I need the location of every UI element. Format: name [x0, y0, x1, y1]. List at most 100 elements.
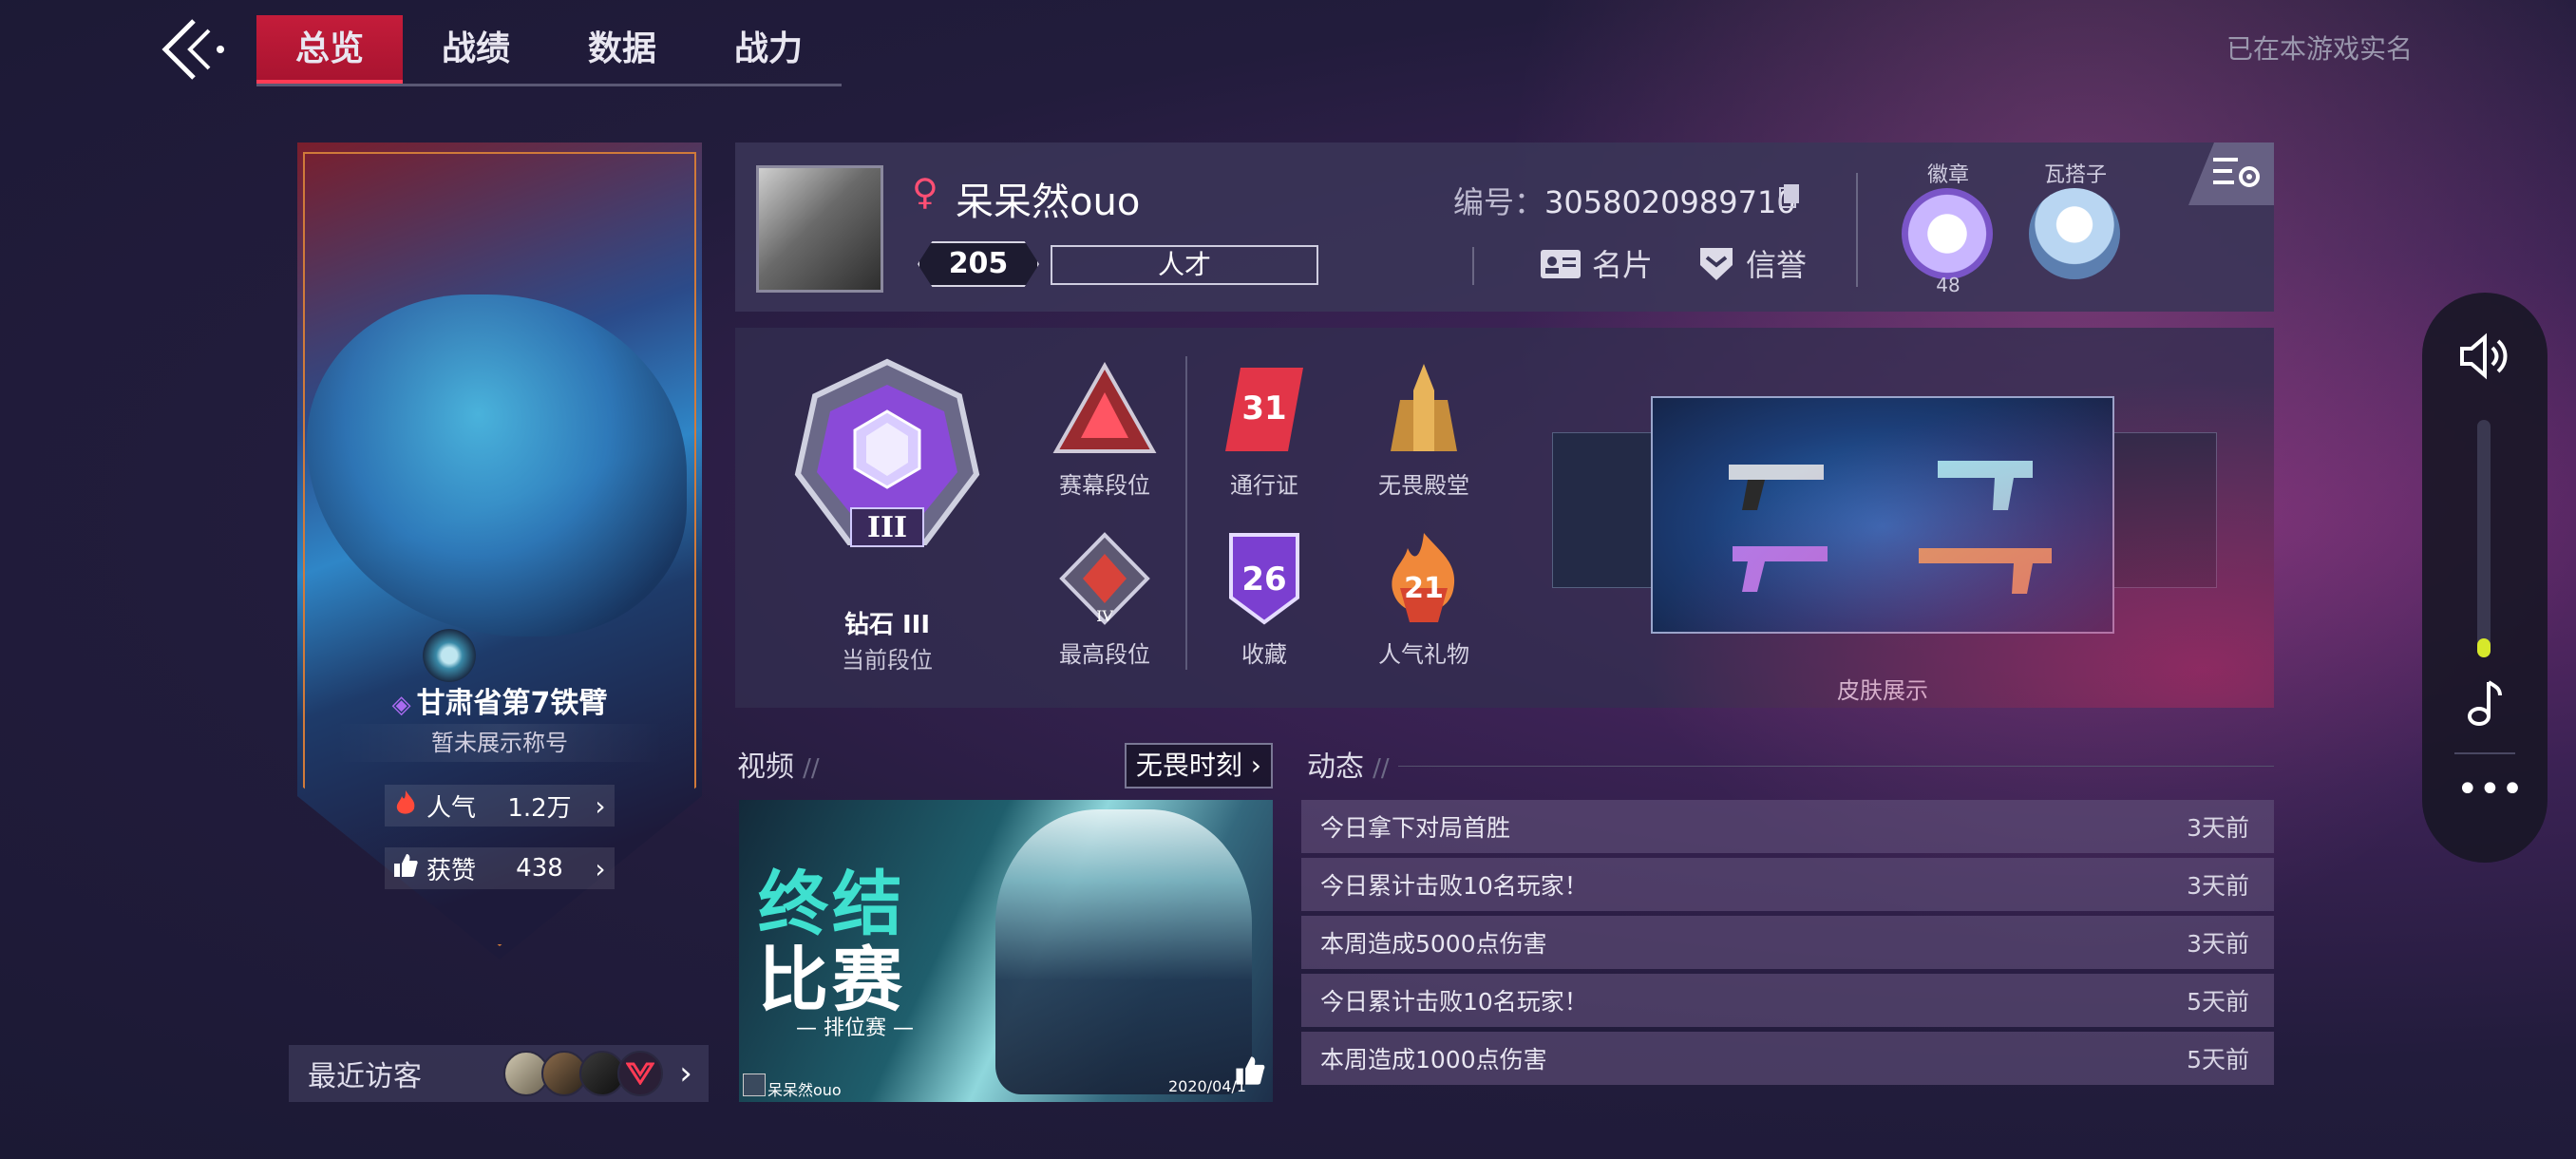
player-tag: 人才 [1051, 245, 1318, 285]
valorant-logo-icon [626, 1062, 654, 1085]
recent-visitors-label: 最近访客 [308, 1060, 422, 1093]
tab-record[interactable]: 战绩 [403, 15, 549, 84]
uid-label: 编号： [1453, 184, 1545, 220]
popularity-value: 1.2万 [507, 793, 572, 823]
activity-header: 动态 // [1307, 743, 2274, 788]
divider [1185, 356, 1187, 670]
activity-text: 今日累计击败10名玩家！ [1320, 872, 1588, 900]
uploader-avatar [743, 1074, 766, 1096]
activity-time: 3天前 [2187, 930, 2249, 958]
wazz-avatar[interactable] [2029, 188, 2120, 279]
reputation-button[interactable]: 信誉 [1696, 241, 1807, 285]
more-label: 无畏时刻 [1135, 750, 1242, 781]
hall-label: 无畏殿堂 [1378, 472, 1469, 499]
namecard-button[interactable]: 名片 [1539, 241, 1653, 285]
current-rank-name: 钻石 III [843, 611, 931, 639]
id-card-icon [1541, 250, 1581, 278]
badge-emblem[interactable] [1902, 188, 1993, 279]
popular-gift-item[interactable]: 21 人气礼物 [1353, 531, 1495, 669]
activity-item[interactable]: 今日累计击败10名玩家！ 5天前 [1301, 974, 2274, 1027]
volume-icon[interactable] [2458, 332, 2511, 380]
chevron-right-icon: › [595, 789, 606, 822]
player-uid: 编号：3058020989710 [1453, 179, 1796, 222]
activity-time: 3天前 [2187, 814, 2249, 842]
video-username: 呆呆然ouo [767, 1081, 842, 1099]
shield-icon [1700, 248, 1733, 280]
realname-status: 已在本游戏实名 [2226, 33, 2413, 65]
activity-time: 5天前 [2187, 988, 2249, 1016]
battlepass-icon: 31 [1225, 368, 1303, 451]
tab-data[interactable]: 数据 [549, 15, 695, 84]
skin-showcase[interactable]: 皮肤展示 [1529, 356, 2236, 704]
tab-overview[interactable]: 总览 [256, 15, 403, 84]
current-rank-label: 当前段位 [842, 647, 933, 674]
svg-text:21: 21 [1404, 572, 1444, 605]
gift-flame-icon: 21 [1392, 533, 1455, 622]
wazz-label: 瓦搭子 [2043, 163, 2107, 187]
weapon-skins-image [1729, 461, 2052, 594]
battlepass-label: 通行证 [1230, 472, 1298, 499]
recent-visitors-bar[interactable]: 最近访客 › [289, 1045, 709, 1102]
svg-text:IV: IV [1096, 607, 1113, 625]
divider [1472, 247, 1474, 285]
namecard-label: 名片 [1592, 247, 1654, 283]
back-button[interactable] [152, 15, 228, 84]
badge-count: 48 [1936, 274, 1960, 296]
thumbs-up-icon [1236, 1056, 1265, 1085]
reputation-label: 信誉 [1746, 247, 1808, 283]
profile-panel: ♀ 呆呆然ouo 205 人才 编号：3058020989710 名片 信誉 徽… [735, 142, 2274, 312]
video-subtitle: — 排位赛 — [796, 1016, 914, 1040]
activity-item[interactable]: 本周造成5000点伤害 3天前 [1301, 916, 2274, 969]
level-badge: 205 [918, 241, 1039, 287]
skin-prev-panel[interactable] [1552, 432, 1658, 588]
rank-panel: III 钻石 III 当前段位 赛幕段位 IV 最高段位 31 通行证 26 收… [735, 328, 2274, 708]
svg-text:26: 26 [1241, 560, 1286, 598]
likes-value: 438 [516, 854, 563, 883]
collection-item[interactable]: 26 收藏 [1193, 531, 1335, 669]
season-rank-item[interactable]: 赛幕段位 [1033, 361, 1176, 500]
tab-power[interactable]: 战力 [695, 15, 842, 84]
activity-item[interactable]: 本周造成1000点伤害 5天前 [1301, 1032, 2274, 1085]
fire-icon [385, 788, 426, 824]
character-card[interactable]: ◈ 甘肃省第7铁臂 暂未展示称号 人气 1.2万 › 获赞 438 › [297, 142, 702, 960]
activity-section-title: 动态 [1307, 750, 1364, 784]
popular-gift-label: 人气礼物 [1378, 641, 1469, 668]
video-thumbnail[interactable]: 终结 比赛 — 排位赛 — 呆呆然ouo 2020/04/1 0 [739, 800, 1273, 1102]
valorant-moments-button[interactable]: 无畏时刻 › [1124, 743, 1273, 788]
highest-rank-label: 最高段位 [1059, 641, 1150, 668]
more-options-icon[interactable]: ••• [2456, 770, 2524, 813]
skin-next-panel[interactable] [2111, 432, 2217, 588]
season-rank-icon [1052, 361, 1157, 453]
settings-button[interactable] [2188, 142, 2274, 205]
tab-bar: 总览 战绩 数据 战力 [256, 15, 842, 86]
battlepass-item[interactable]: 31 通行证 [1193, 362, 1335, 500]
female-icon: ♀ [912, 171, 938, 213]
card-title-text: 甘肃省第7铁臂 [416, 687, 608, 720]
visitor-avatar[interactable] [617, 1051, 663, 1096]
collection-icon: 26 [1229, 533, 1299, 625]
music-note-icon[interactable] [2464, 676, 2506, 728]
card-border [303, 152, 696, 946]
thumbs-up-icon [385, 852, 426, 885]
highest-rank-item[interactable]: IV 最高段位 [1033, 531, 1176, 669]
player-avatar[interactable] [756, 165, 883, 293]
likes-label: 获赞 [426, 856, 477, 885]
activity-time: 3天前 [2187, 872, 2249, 900]
video-section-title: 视频 [737, 750, 794, 784]
card-title: ◈ 甘肃省第7铁臂 [297, 679, 702, 721]
uid-value: 3058020989710 [1544, 184, 1796, 220]
divider [1856, 173, 1858, 287]
collection-label: 收藏 [1241, 641, 1287, 668]
player-name: 呆呆然ouo [956, 180, 1141, 224]
hall-item[interactable]: 无畏殿堂 [1353, 362, 1495, 500]
activity-item[interactable]: 今日累计击败10名玩家！ 3天前 [1301, 858, 2274, 911]
likes-button[interactable]: 获赞 438 › [385, 847, 615, 889]
diamond-rank-emblem[interactable]: III [792, 356, 982, 565]
activity-text: 今日拿下对局首胜 [1320, 814, 1511, 842]
activity-list: 今日拿下对局首胜 3天前 今日累计击败10名玩家！ 3天前 本周造成5000点伤害 3… [1301, 800, 2274, 1090]
activity-item[interactable]: 今日拿下对局首胜 3天前 [1301, 800, 2274, 853]
slash-decoration: // [1373, 754, 1390, 783]
popularity-button[interactable]: 人气 1.2万 › [385, 785, 615, 826]
volume-slider[interactable] [2477, 420, 2491, 657]
copy-icon[interactable] [1778, 182, 1801, 209]
